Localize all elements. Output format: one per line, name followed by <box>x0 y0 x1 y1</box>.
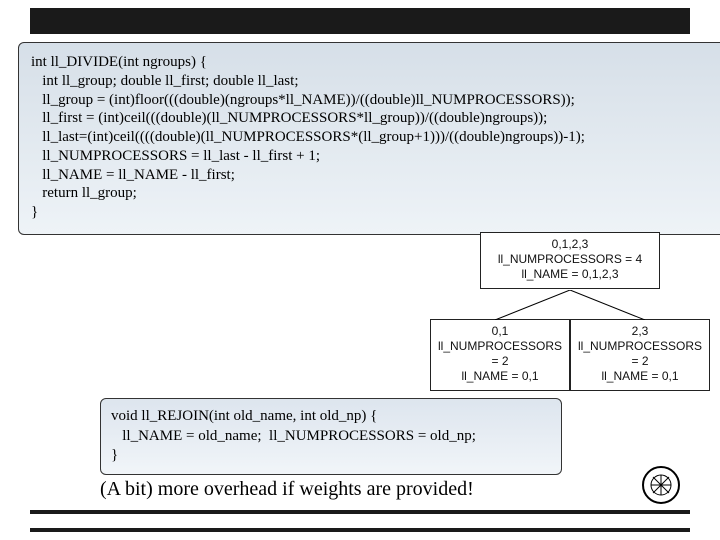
diagram-ids: 2,3 <box>575 324 705 339</box>
code-line: int ll_DIVIDE(int ngroups) { <box>31 53 719 72</box>
processor-diagram: 0,1,2,3 ll_NUMPROCESSORS = 4 ll_NAME = 0… <box>430 232 710 391</box>
bottom-rule <box>30 510 690 532</box>
caption-text: (A bit) more overhead if weights are pro… <box>100 478 640 501</box>
code-line: ll_first = (int)ceil(((double)(ll_NUMPRO… <box>31 109 719 128</box>
diagram-name: ll_NAME = 0,1,2,3 <box>485 267 655 282</box>
diagram-right-box: 2,3 ll_NUMPROCESSORS = 2 ll_NAME = 0,1 <box>570 319 710 391</box>
code-panel-rejoin: void ll_REJOIN(int old_name, int old_np)… <box>100 398 562 475</box>
code-line: } <box>31 203 719 222</box>
code-line: ll_group = (int)floor(((double)(ngroups*… <box>31 91 719 110</box>
code-line: ll_NAME = old_name; ll_NUMPROCESSORS = o… <box>111 427 551 447</box>
code-line: ll_last=(int)ceil((((double)(ll_NUMPROCE… <box>31 128 719 147</box>
diagram-name: ll_NAME = 0,1 <box>435 369 565 384</box>
code-line: int ll_group; double ll_first; double ll… <box>31 72 719 91</box>
diagram-name: ll_NAME = 0,1 <box>575 369 705 384</box>
diagram-ids: 0,1,2,3 <box>485 237 655 252</box>
code-line: ll_NAME = ll_NAME - ll_first; <box>31 166 719 185</box>
top-rule <box>30 8 690 34</box>
diagram-np: ll_NUMPROCESSORS = 2 <box>435 339 565 369</box>
diagram-ids: 0,1 <box>435 324 565 339</box>
logo-icon <box>642 466 680 504</box>
diagram-connectors <box>430 290 710 320</box>
code-line: ll_NUMPROCESSORS = ll_last - ll_first + … <box>31 147 719 166</box>
diagram-root-box: 0,1,2,3 ll_NUMPROCESSORS = 4 ll_NAME = 0… <box>480 232 660 289</box>
diagram-left-box: 0,1 ll_NUMPROCESSORS = 2 ll_NAME = 0,1 <box>430 319 570 391</box>
code-line: void ll_REJOIN(int old_name, int old_np)… <box>111 407 551 427</box>
code-panel-divide: int ll_DIVIDE(int ngroups) { int ll_grou… <box>18 42 720 235</box>
diagram-np: ll_NUMPROCESSORS = 2 <box>575 339 705 369</box>
code-line: } <box>111 446 551 466</box>
diagram-np: ll_NUMPROCESSORS = 4 <box>485 252 655 267</box>
code-line: return ll_group; <box>31 184 719 203</box>
